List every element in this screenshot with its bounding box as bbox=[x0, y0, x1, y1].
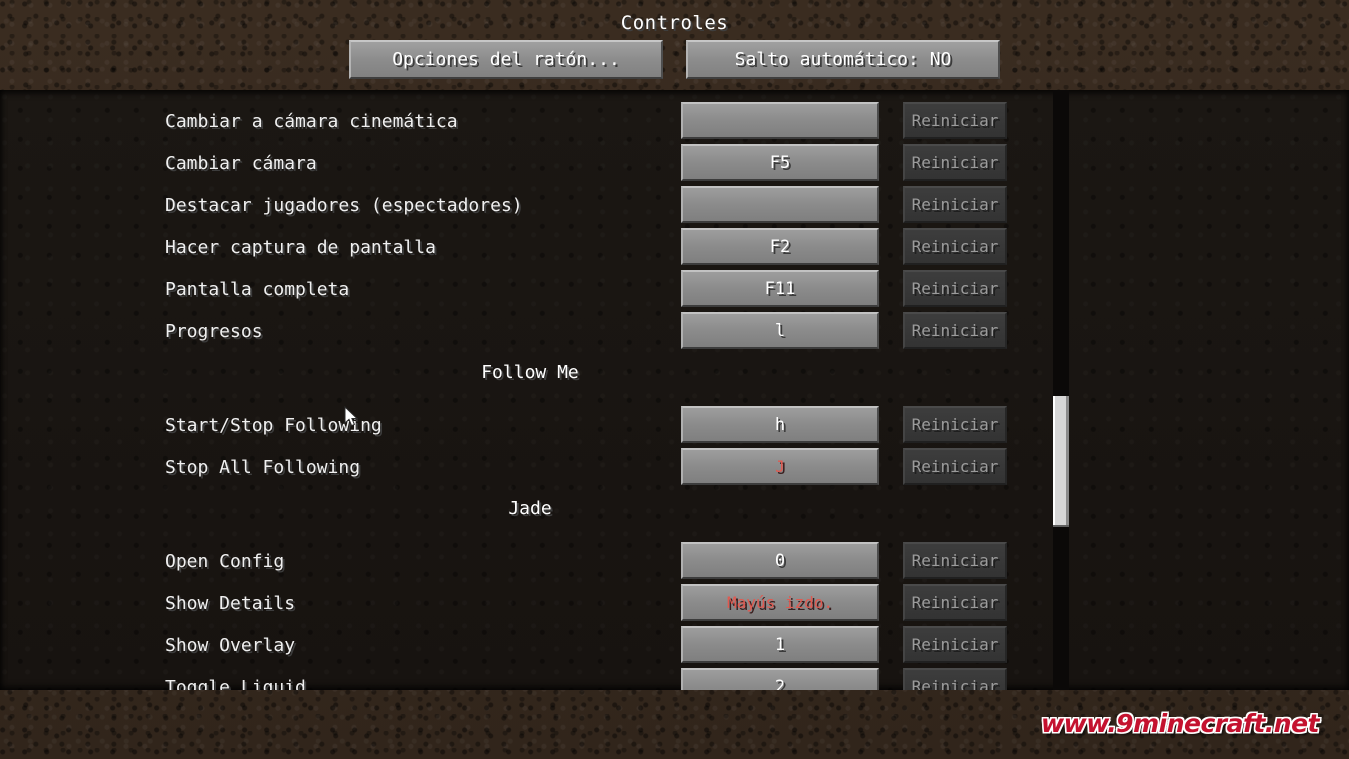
keybind-reset-button[interactable]: Reiniciar bbox=[903, 406, 1007, 443]
section-heading-follow-me: Follow Me bbox=[481, 362, 579, 383]
keybind-reset-button[interactable]: Reiniciar bbox=[903, 542, 1007, 579]
keybind-key-button[interactable]: F11 bbox=[681, 270, 879, 307]
keybind-label: Pantalla completa bbox=[165, 279, 350, 300]
scrollbar-track[interactable] bbox=[1053, 90, 1069, 690]
keybind-reset-button[interactable]: Reiniciar bbox=[903, 102, 1007, 139]
mouse-options-button[interactable]: Opciones del ratón... bbox=[349, 40, 663, 79]
keybind-label: Cambiar cámara bbox=[165, 153, 317, 174]
keybind-label: Show Overlay bbox=[165, 635, 296, 656]
keybind-key-button[interactable]: l bbox=[681, 312, 879, 349]
keybind-label: Open Config bbox=[165, 551, 285, 572]
keybind-reset-button[interactable]: Reiniciar bbox=[903, 270, 1007, 307]
scrollbar-thumb[interactable] bbox=[1053, 396, 1069, 527]
keybind-key-button[interactable]: J bbox=[681, 448, 879, 485]
keybind-key-button[interactable]: Mayús izdo. bbox=[681, 584, 879, 621]
page-title: Controles bbox=[620, 12, 729, 34]
keybind-reset-button[interactable]: Reiniciar bbox=[903, 668, 1007, 690]
site-watermark: www.9minecraft.net bbox=[1041, 709, 1320, 738]
keybind-key-button[interactable]: F2 bbox=[681, 228, 879, 265]
keybind-label: Show Details bbox=[165, 593, 296, 614]
minecraft-controls-screen: Controles Opciones del ratón... Salto au… bbox=[0, 0, 1349, 759]
keybind-label: Progresos bbox=[165, 321, 263, 342]
keybind-label: Hacer captura de pantalla bbox=[165, 237, 436, 258]
section-heading-jade: Jade bbox=[508, 498, 552, 519]
keybind-key-button[interactable] bbox=[681, 102, 879, 139]
keybind-label: Start/Stop Following bbox=[165, 415, 382, 436]
keybind-label: Toggle Liquid bbox=[165, 677, 306, 690]
keybind-key-button[interactable] bbox=[681, 186, 879, 223]
keybind-reset-button[interactable]: Reiniciar bbox=[903, 312, 1007, 349]
keybind-label: Cambiar a cámara cinemática bbox=[165, 111, 458, 132]
keybind-reset-button[interactable]: Reiniciar bbox=[903, 584, 1007, 621]
keybind-reset-button[interactable]: Reiniciar bbox=[903, 448, 1007, 485]
keybind-key-button[interactable]: 1 bbox=[681, 626, 879, 663]
keybind-label: Stop All Following bbox=[165, 457, 361, 478]
auto-jump-toggle-button[interactable]: Salto automático: NO bbox=[686, 40, 1000, 79]
keybind-scroll-area[interactable]: Cambiar a cámara cinemática Reiniciar Camb… bbox=[0, 90, 1349, 690]
keybind-label: Destacar jugadores (espectadores) bbox=[165, 195, 523, 216]
keybind-key-button[interactable]: 0 bbox=[681, 542, 879, 579]
header-bar: Controles Opciones del ratón... Salto au… bbox=[0, 0, 1349, 90]
keybind-key-button[interactable]: 2 bbox=[681, 668, 879, 690]
keybind-reset-button[interactable]: Reiniciar bbox=[903, 186, 1007, 223]
keybind-reset-button[interactable]: Reiniciar bbox=[903, 228, 1007, 265]
keybind-reset-button[interactable]: Reiniciar bbox=[903, 144, 1007, 181]
keybind-reset-button[interactable]: Reiniciar bbox=[903, 626, 1007, 663]
keybind-key-button[interactable]: F5 bbox=[681, 144, 879, 181]
keybind-key-button[interactable]: h bbox=[681, 406, 879, 443]
